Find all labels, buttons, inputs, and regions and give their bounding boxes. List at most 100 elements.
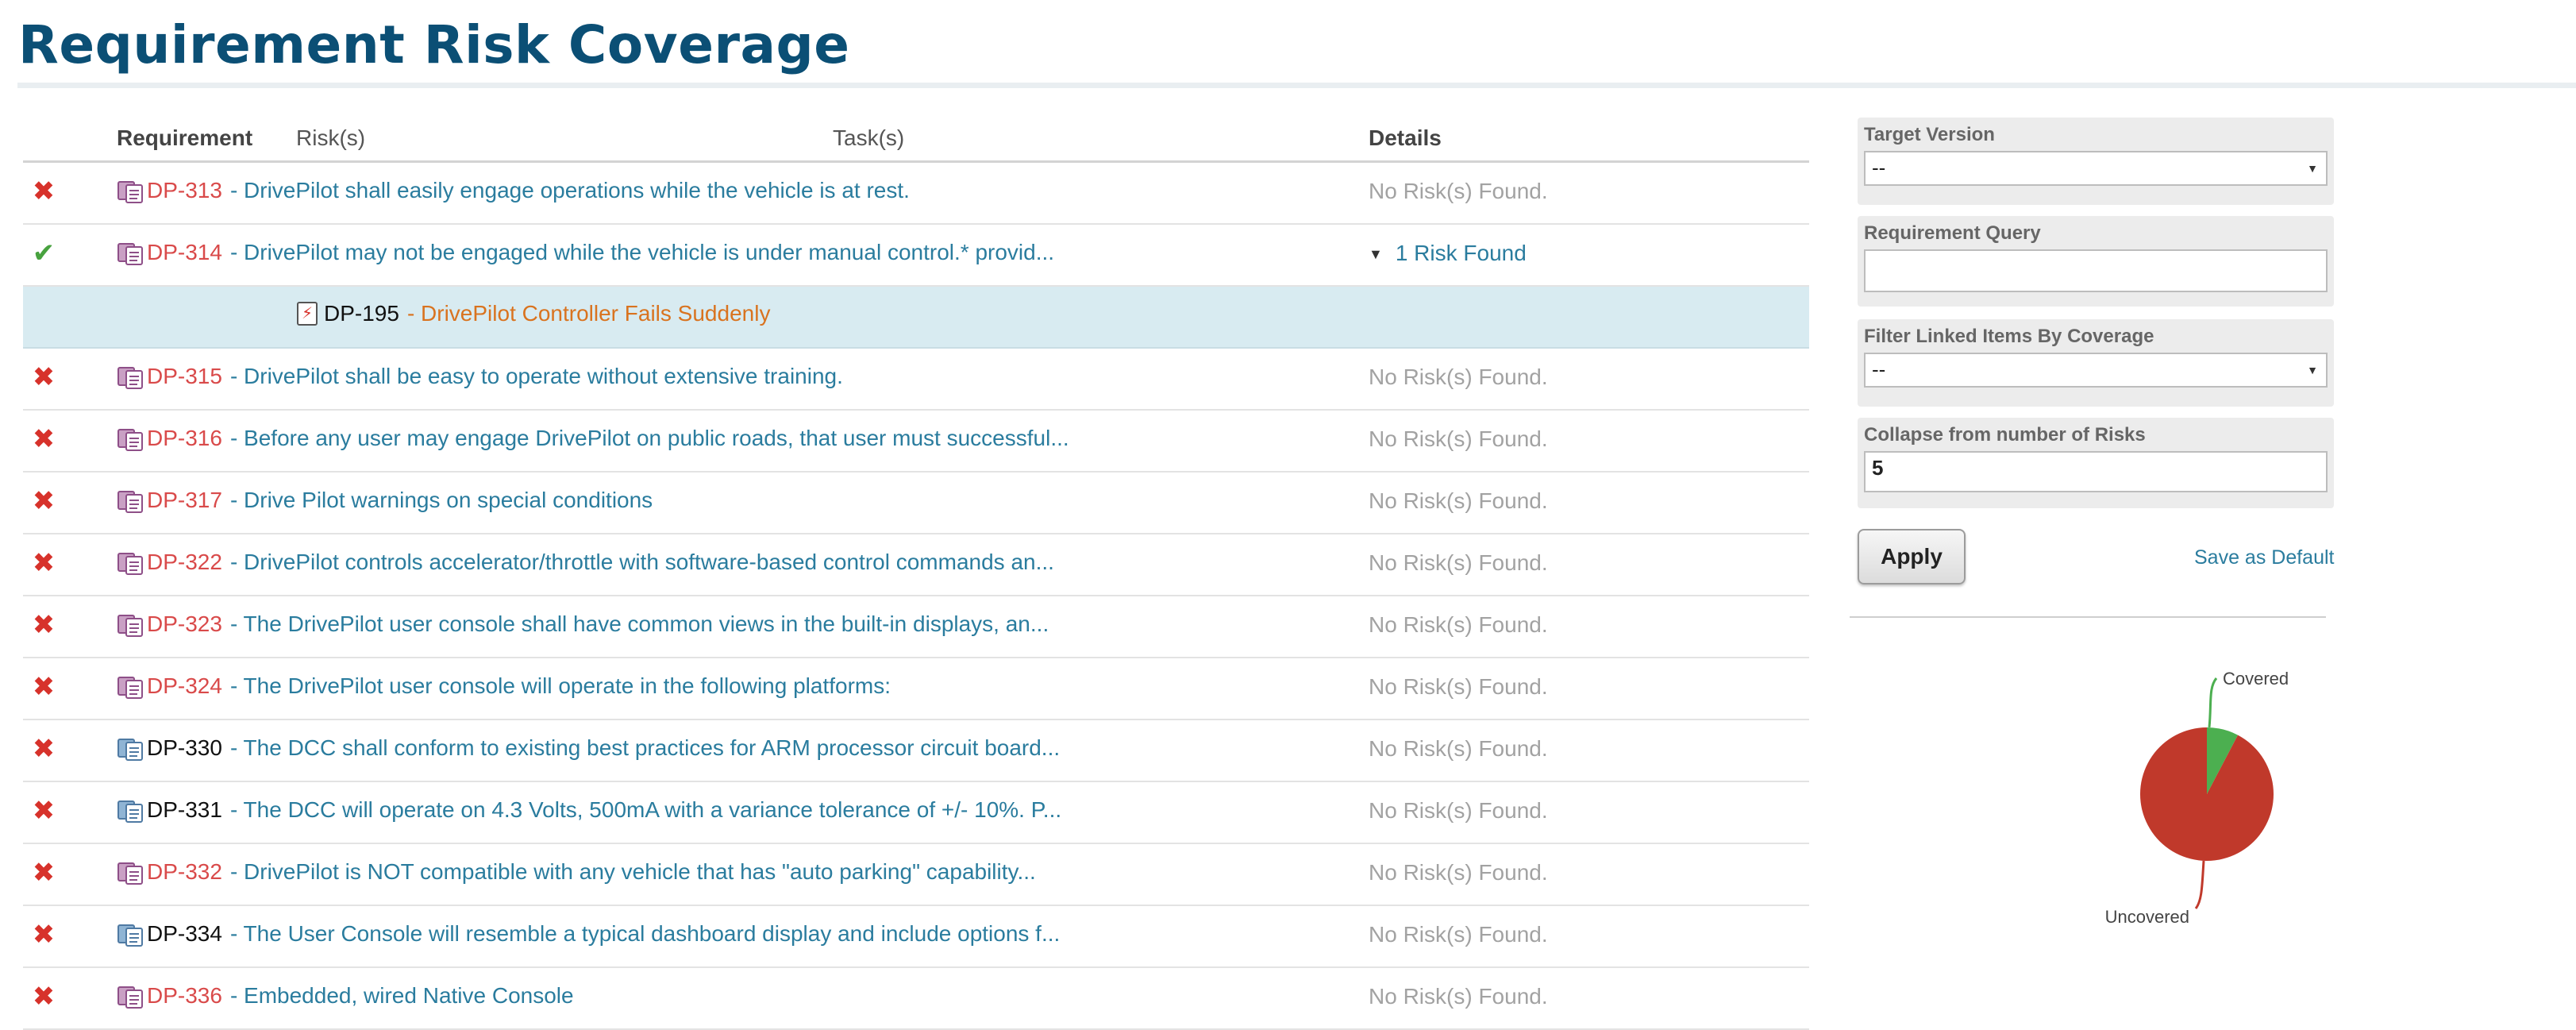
- table-row[interactable]: ✖ DP-336 - Embedded, wired Native Console N…: [23, 968, 1809, 1030]
- requirement-icon: [117, 177, 144, 204]
- target-version-label: Target Version: [1864, 124, 1995, 145]
- target-version-value: --: [1872, 156, 1886, 179]
- details-text: No Risk(s) Found.: [1369, 550, 1548, 575]
- check-icon: ✔: [32, 238, 56, 268]
- expanded-risk-row[interactable]: ⚡ DP-195 - DrivePilot Controller Fails Sud…: [23, 287, 1809, 349]
- cross-icon: ✖: [32, 858, 56, 888]
- apply-button[interactable]: Apply: [1858, 529, 1966, 584]
- requirement-icon: [117, 920, 144, 947]
- cross-icon: ✖: [32, 610, 56, 640]
- requirement-query-label: Requirement Query: [1864, 222, 2041, 244]
- details-text: No Risk(s) Found.: [1369, 674, 1548, 699]
- requirement-id: DP-317: [147, 488, 222, 512]
- linked-coverage-value: --: [1872, 357, 1886, 381]
- requirement-id: DP-331: [147, 797, 222, 822]
- cross-icon: ✖: [32, 920, 56, 950]
- requirement-id: DP-332: [147, 859, 222, 884]
- requirement-icon: [117, 239, 144, 266]
- cross-icon: ✖: [32, 486, 56, 516]
- requirement-link[interactable]: DP-313 - DrivePilot shall easily engage o…: [117, 177, 910, 204]
- details-text: No Risk(s) Found.: [1369, 612, 1548, 637]
- details-text: No Risk(s) Found.: [1369, 365, 1548, 389]
- pie-label-covered: Covered: [2223, 669, 2289, 689]
- table-body: ✖ DP-313 - DrivePilot shall easily engage …: [23, 163, 1809, 1030]
- table-row[interactable]: ✖ DP-330 - The DCC shall conform to existi…: [23, 720, 1809, 782]
- target-version-select[interactable]: -- ▼: [1864, 151, 2328, 186]
- title-divider: [17, 83, 2576, 88]
- table-row[interactable]: ✖ DP-315 - DrivePilot shall be easy to ope…: [23, 349, 1809, 411]
- table-row[interactable]: ✖ DP-323 - The DrivePilot user console sha…: [23, 596, 1809, 658]
- table-row[interactable]: ✔ DP-314 - DrivePilot may not be engaged w…: [23, 225, 1809, 287]
- requirement-id: DP-334: [147, 921, 222, 946]
- requirement-title: - The User Console will resemble a typic…: [229, 921, 1061, 946]
- save-as-default-link[interactable]: Save as Default: [2194, 546, 2335, 569]
- table-row[interactable]: ✖ DP-313 - DrivePilot shall easily engage …: [23, 163, 1809, 225]
- details-text: No Risk(s) Found.: [1369, 984, 1548, 1009]
- cross-icon: ✖: [32, 672, 56, 702]
- coverage-table: Requirement Risk(s) Task(s) Details ✖ DP-…: [23, 118, 1809, 1030]
- table-row[interactable]: ✖ DP-324 - The DrivePilot user console wil…: [23, 658, 1809, 720]
- table-row[interactable]: ✖ DP-316 - Before any user may engage Driv…: [23, 411, 1809, 473]
- requirement-id: DP-336: [147, 983, 222, 1008]
- requirement-title: - The DrivePilot user console will opera…: [229, 673, 891, 698]
- header-tasks[interactable]: Task(s): [833, 125, 904, 151]
- cross-icon: ✖: [32, 734, 56, 764]
- requirement-id: DP-313: [147, 178, 222, 203]
- requirement-link[interactable]: DP-336 - Embedded, wired Native Console: [117, 982, 574, 1009]
- requirement-link[interactable]: DP-316 - Before any user may engage Drive…: [117, 425, 1069, 452]
- details-text: No Risk(s) Found.: [1369, 860, 1548, 885]
- requirement-icon: [117, 425, 144, 452]
- header-details[interactable]: Details: [1369, 125, 1442, 151]
- requirement-link[interactable]: DP-317 - Drive Pilot warnings on special …: [117, 487, 653, 514]
- table-row[interactable]: ✖ DP-317 - Drive Pilot warnings on special…: [23, 473, 1809, 534]
- requirement-icon: [117, 673, 144, 700]
- requirement-link[interactable]: DP-324 - The DrivePilot user console will…: [117, 673, 891, 700]
- risk-count-label: 1 Risk Found: [1395, 241, 1527, 265]
- requirement-link[interactable]: DP-315 - DrivePilot shall be easy to oper…: [117, 363, 843, 390]
- requirement-link[interactable]: DP-332 - DrivePilot is NOT compatible wit…: [117, 858, 1036, 885]
- requirement-icon: [117, 549, 144, 576]
- requirement-link[interactable]: DP-322 - DrivePilot controls accelerator/…: [117, 549, 1054, 576]
- cross-icon: ✖: [32, 362, 56, 392]
- details-text: No Risk(s) Found.: [1369, 426, 1548, 451]
- lightning-icon: ⚡: [297, 302, 318, 326]
- requirement-icon: [117, 797, 144, 824]
- pie-slice-uncovered[interactable]: [2140, 727, 2274, 861]
- collapse-risks-input[interactable]: 5: [1864, 451, 2328, 492]
- table-row[interactable]: ✖ DP-332 - DrivePilot is NOT compatible wi…: [23, 844, 1809, 906]
- details-text: No Risk(s) Found.: [1369, 922, 1548, 947]
- chevron-down-icon: ▼: [2307, 162, 2318, 175]
- details-text: No Risk(s) Found.: [1369, 488, 1548, 513]
- requirement-title: - The DrivePilot user console shall have…: [229, 611, 1049, 636]
- requirement-id: DP-330: [147, 735, 222, 760]
- panel-divider: [1850, 616, 2326, 618]
- cross-icon: ✖: [32, 424, 56, 454]
- table-row[interactable]: ✖ DP-334 - The User Console will resemble …: [23, 906, 1809, 968]
- requirement-title: - The DCC will operate on 4.3 Volts, 500…: [229, 797, 1062, 822]
- table-row[interactable]: ✖ DP-322 - DrivePilot controls accelerator…: [23, 534, 1809, 596]
- risk-link[interactable]: ⚡ DP-195 - DrivePilot Controller Fails Sud…: [297, 301, 770, 326]
- table-row[interactable]: ✖ DP-331 - The DCC will operate on 4.3 Vol…: [23, 782, 1809, 844]
- details-text: No Risk(s) Found.: [1369, 179, 1548, 203]
- requirement-link[interactable]: DP-330 - The DCC shall conform to existin…: [117, 735, 1060, 762]
- table-header: Requirement Risk(s) Task(s) Details: [23, 118, 1809, 163]
- header-requirement[interactable]: Requirement: [117, 125, 252, 151]
- requirement-link[interactable]: DP-331 - The DCC will operate on 4.3 Volt…: [117, 797, 1061, 824]
- requirement-title: - Before any user may engage DrivePilot …: [229, 426, 1069, 450]
- chevron-down-icon: ▼: [2307, 364, 2318, 376]
- requirement-link[interactable]: DP-314 - DrivePilot may not be engaged wh…: [117, 239, 1054, 266]
- requirement-title: - DrivePilot controls accelerator/thrott…: [229, 550, 1054, 574]
- linked-coverage-filter: Filter Linked Items By Coverage -- ▼: [1858, 319, 2334, 407]
- requirement-title: - The DCC shall conform to existing best…: [229, 735, 1061, 760]
- risk-count-toggle[interactable]: ▼ 1 Risk Found: [1369, 241, 1527, 266]
- requirement-link[interactable]: DP-334 - The User Console will resemble a…: [117, 920, 1060, 947]
- requirement-title: - DrivePilot may not be engaged while th…: [229, 240, 1055, 264]
- linked-coverage-select[interactable]: -- ▼: [1864, 353, 2328, 388]
- header-risks[interactable]: Risk(s): [296, 125, 365, 151]
- requirement-title: - DrivePilot is NOT compatible with any …: [229, 859, 1036, 884]
- requirement-link[interactable]: DP-323 - The DrivePilot user console shal…: [117, 611, 1049, 638]
- collapse-risks-label: Collapse from number of Risks: [1864, 424, 2146, 446]
- requirement-query-filter: Requirement Query: [1858, 216, 2334, 307]
- requirement-query-input[interactable]: [1864, 249, 2328, 292]
- pie-label-uncovered: Uncovered: [2105, 907, 2189, 927]
